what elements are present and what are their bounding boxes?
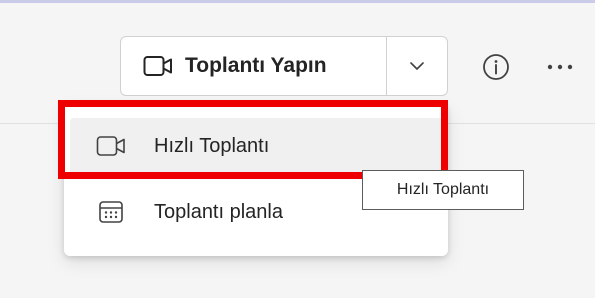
menu-item-label: Hızlı Toplantı <box>154 134 270 157</box>
video-camera-icon <box>143 55 173 77</box>
more-options-icon <box>547 64 573 70</box>
meet-now-label: Toplantı Yapın <box>185 54 327 77</box>
meet-options-dropdown-button[interactable] <box>387 37 447 95</box>
video-camera-icon <box>96 135 126 157</box>
menu-item-label: Toplantı planla <box>154 200 283 223</box>
chevron-down-icon <box>410 62 424 70</box>
meet-now-button[interactable]: Toplantı Yapın <box>121 37 387 95</box>
info-icon <box>482 53 510 81</box>
meet-now-split-button: Toplantı Yapın <box>120 36 448 96</box>
tooltip: Hızlı Toplantı <box>362 170 524 210</box>
tooltip-text: Hızlı Toplantı <box>396 181 490 198</box>
menu-item-meet-now[interactable]: Hızlı Toplantı <box>70 118 442 174</box>
top-accent-rule <box>0 0 595 3</box>
calendar-icon <box>96 200 126 224</box>
more-options-button[interactable] <box>543 52 577 82</box>
info-button[interactable] <box>481 52 511 82</box>
